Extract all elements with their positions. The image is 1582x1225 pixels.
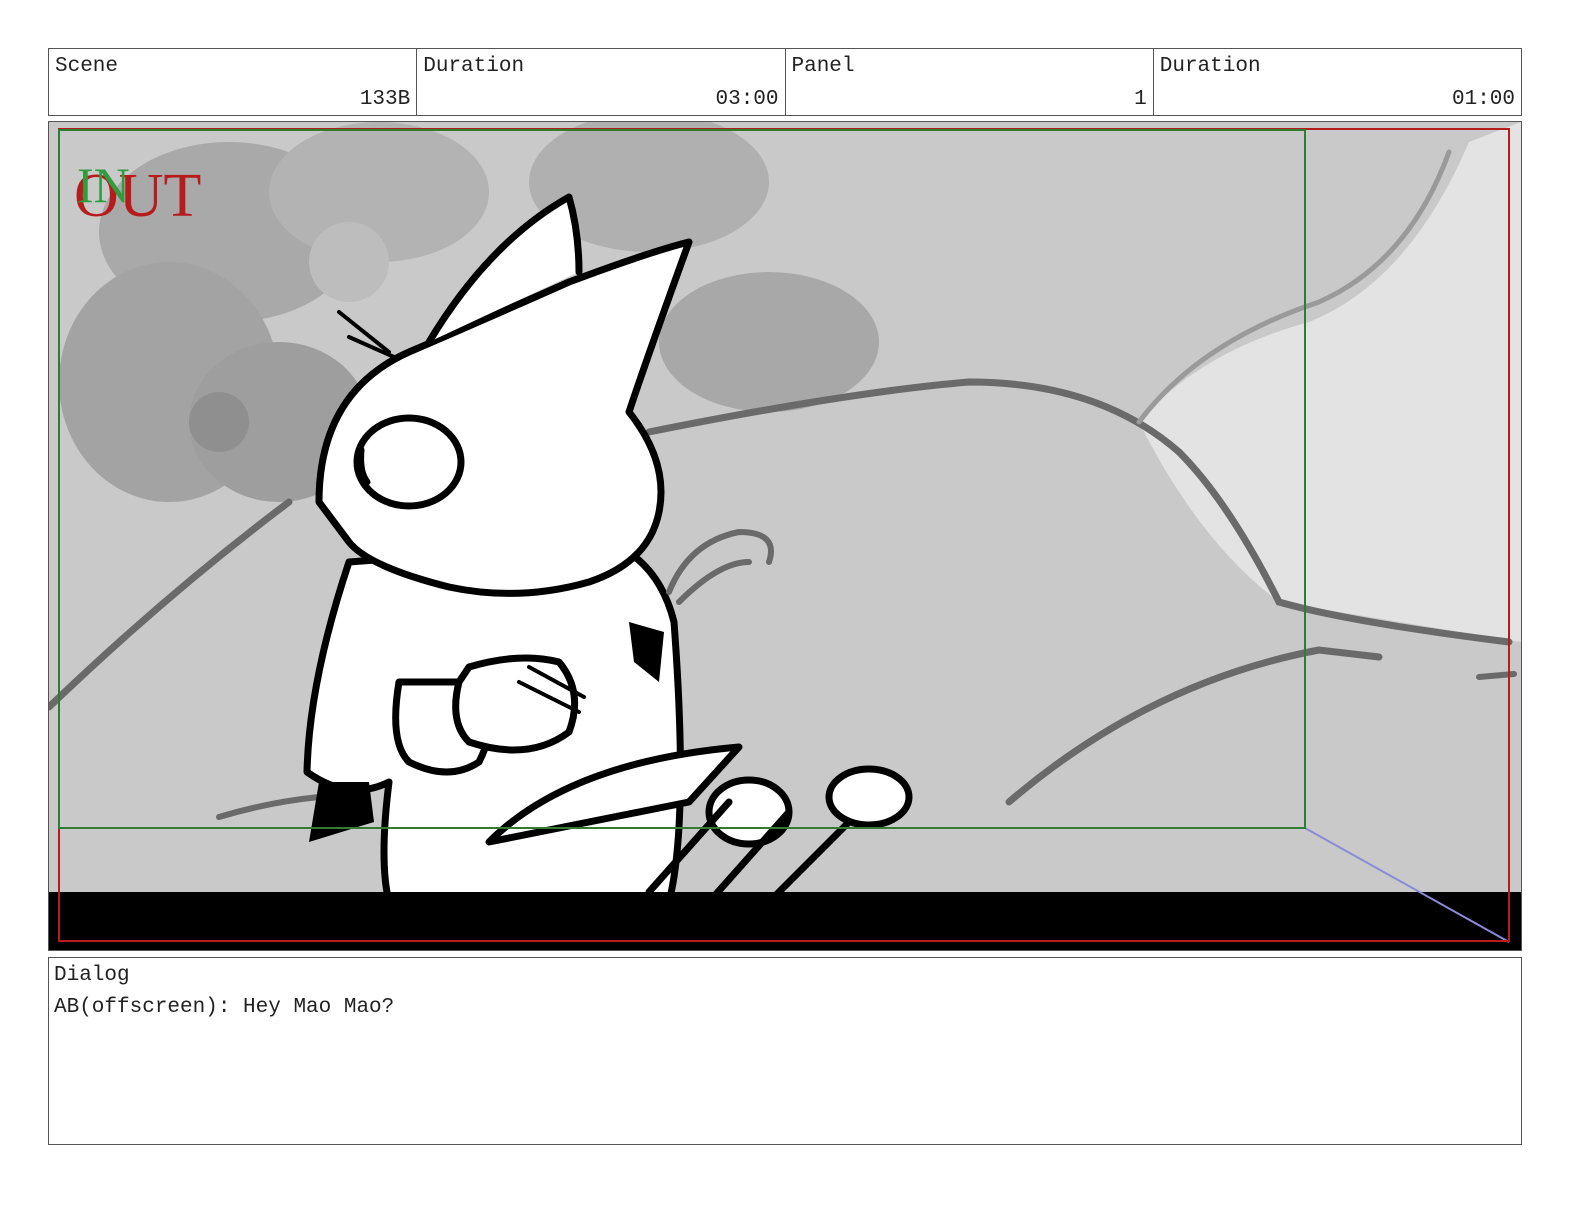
scene-duration-label: Duration (423, 55, 525, 78)
panel-cell: Panel 1 (786, 49, 1154, 115)
scene-duration-value: 03:00 (715, 88, 779, 111)
scene-cell: Scene 133B (49, 49, 418, 115)
dialog-box: Dialog AB(offscreen): Hey Mao Mao? (48, 957, 1522, 1145)
storyboard-panel: OUT IN (48, 121, 1522, 951)
panel-duration-cell: Duration 01:00 (1154, 49, 1521, 115)
panel-duration-value: 01:00 (1451, 88, 1515, 111)
storyboard-drawing: OUT IN (49, 122, 1521, 950)
dialog-label: Dialog (54, 964, 130, 987)
scene-label: Scene (55, 55, 119, 78)
panel-info-header: Scene 133B Duration 03:00 Panel 1 Durati… (48, 48, 1522, 116)
dialog-text: AB(offscreen): Hey Mao Mao? (54, 996, 395, 1019)
panel-value: 1 (1134, 88, 1147, 111)
scene-value: 133B (359, 88, 411, 111)
in-marker: IN (77, 157, 130, 213)
panel-label: Panel (791, 55, 855, 78)
panel-duration-label: Duration (1159, 55, 1261, 78)
scene-duration-cell: Duration 03:00 (417, 49, 786, 115)
